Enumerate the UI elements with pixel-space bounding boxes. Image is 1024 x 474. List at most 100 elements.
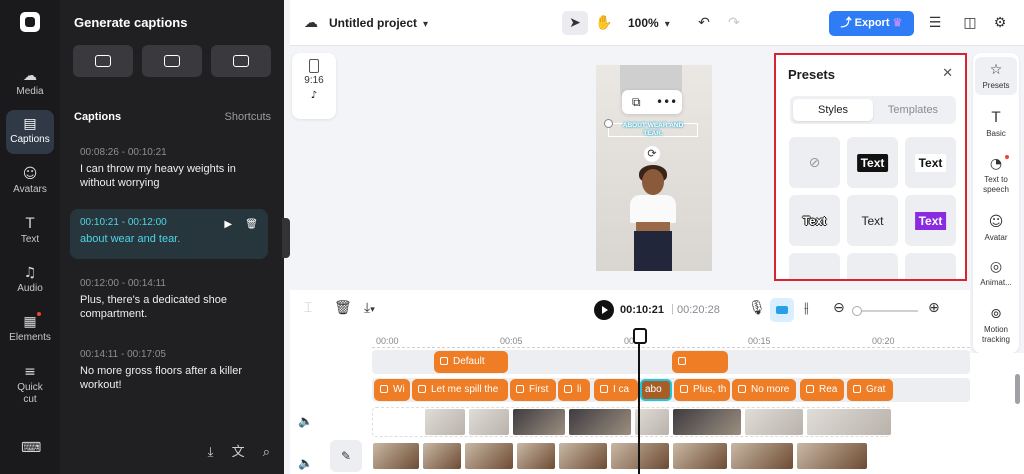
auto-captions-button[interactable] bbox=[73, 45, 133, 77]
subtitle-import-button[interactable] bbox=[142, 45, 202, 77]
cloud-sync-icon[interactable]: ☁ bbox=[304, 15, 318, 31]
caption-clip[interactable]: Plus, th bbox=[674, 379, 730, 401]
preset-tile[interactable]: Text bbox=[789, 195, 840, 246]
caption-clip[interactable]: Let me spill the bbox=[412, 379, 508, 401]
more-icon[interactable]: ••• bbox=[656, 90, 677, 114]
caption-item-active[interactable]: 00:10:21 - 00:12:00 about wear and tear.… bbox=[70, 209, 268, 259]
tool-basic[interactable]: T Basic bbox=[975, 109, 1017, 139]
caption-overlay[interactable]: ABOUT WEAR AND TEAR. bbox=[621, 122, 685, 138]
rail-item-elements[interactable]: ▦ Elements bbox=[6, 308, 54, 352]
tab-styles[interactable]: Styles bbox=[793, 99, 873, 121]
microphone-icon[interactable]: 🎙 bbox=[748, 300, 766, 316]
settings-button[interactable]: ⚙ bbox=[988, 11, 1012, 35]
rail-item-text[interactable]: T Text bbox=[6, 210, 54, 254]
preset-tile[interactable]: Text bbox=[905, 195, 956, 246]
video-thumbnail[interactable] bbox=[672, 442, 728, 470]
zoom-slider[interactable] bbox=[856, 310, 918, 312]
rail-item-quick-cut[interactable]: ≡ Quick cut bbox=[6, 358, 54, 410]
caption-item[interactable]: 00:14:11 - 00:17:05 No more gross floors… bbox=[70, 341, 268, 400]
resize-handle[interactable] bbox=[604, 119, 613, 128]
zoom-out-icon[interactable]: ⊖ bbox=[833, 300, 845, 316]
split-icon[interactable]: ⌶ bbox=[304, 300, 312, 316]
speaker-icon[interactable]: 🔈 bbox=[298, 456, 313, 470]
video-thumbnail[interactable] bbox=[568, 408, 632, 436]
preset-none[interactable]: ⊘ bbox=[789, 137, 840, 188]
caption-clip[interactable]: Rea bbox=[800, 379, 844, 401]
caption-clip[interactable]: Grat bbox=[847, 379, 893, 401]
caption-clip[interactable]: I ca bbox=[594, 379, 638, 401]
video-thumbnail[interactable] bbox=[516, 442, 556, 470]
speaker-icon[interactable]: 🔈 bbox=[298, 414, 313, 428]
caption-text[interactable]: Plus, there's a dedicated shoe compartme… bbox=[80, 293, 258, 321]
tool-text-to-speech[interactable]: ◔ Text to speech bbox=[975, 155, 1017, 195]
project-name[interactable]: Untitled project ▾ bbox=[329, 16, 428, 30]
translate-icon[interactable]: 文 bbox=[232, 445, 245, 460]
preset-tile[interactable]: Text bbox=[789, 253, 840, 279]
caption-item[interactable]: 00:12:00 - 00:14:11 Plus, there's a dedi… bbox=[70, 270, 268, 329]
video-thumbnail[interactable] bbox=[796, 442, 868, 470]
zoom-in-icon[interactable]: ⊕ bbox=[928, 300, 940, 316]
zoom-select[interactable]: 100% ▾ bbox=[628, 16, 670, 30]
timeline-scrollbar[interactable] bbox=[1015, 374, 1020, 404]
video-thumbnail[interactable] bbox=[372, 442, 420, 470]
layout-button[interactable]: ◫ bbox=[958, 11, 982, 35]
video-thumbnail[interactable] bbox=[512, 408, 566, 436]
tool-avatar[interactable]: ☺ Avatar bbox=[975, 213, 1017, 243]
download-icon[interactable]: ⤓▾ bbox=[364, 300, 375, 316]
rail-item-captions[interactable]: ▤ Captions bbox=[6, 110, 54, 154]
video-thumbnail[interactable] bbox=[422, 442, 462, 470]
caption-text[interactable]: about wear and tear. bbox=[80, 232, 258, 246]
caption-text[interactable]: No more gross floors after a killer work… bbox=[80, 364, 258, 392]
undo-button[interactable]: ↶ bbox=[692, 11, 716, 35]
panel-collapse-handle[interactable] bbox=[282, 218, 290, 258]
text-clip[interactable] bbox=[672, 351, 728, 373]
auto-caption-button[interactable] bbox=[770, 298, 794, 322]
caption-clip-selected[interactable]: abo bbox=[640, 379, 672, 401]
zoom-slider-handle[interactable] bbox=[852, 306, 862, 316]
video-thumbnail[interactable] bbox=[806, 408, 892, 436]
caption-clip[interactable]: First bbox=[510, 379, 556, 401]
hand-tool-button[interactable]: ✋ bbox=[592, 11, 616, 35]
trash-icon[interactable]: 🗑 bbox=[245, 219, 258, 230]
video-thumbnail[interactable] bbox=[468, 408, 510, 436]
tool-motion-tracking[interactable]: ⊚ Motion tracking bbox=[975, 305, 1017, 345]
playhead[interactable] bbox=[633, 328, 647, 474]
video-thumbnail[interactable] bbox=[730, 442, 794, 470]
download-icon[interactable]: ⤓ bbox=[208, 445, 214, 460]
export-button[interactable]: ⤴ Export ♛ bbox=[829, 11, 914, 36]
preset-tile[interactable]: Text bbox=[847, 195, 898, 246]
rail-item-avatars[interactable]: ☺ Avatars bbox=[6, 160, 54, 204]
caption-clip[interactable]: Wi bbox=[374, 379, 410, 401]
shortcuts-link[interactable]: Shortcuts bbox=[225, 111, 271, 123]
text-clip[interactable]: Default bbox=[434, 351, 508, 373]
keyboard-shortcuts-button[interactable]: ⌨ bbox=[6, 436, 54, 462]
tab-templates[interactable]: Templates bbox=[873, 99, 953, 121]
video-thumbnail[interactable] bbox=[672, 408, 742, 436]
aspect-ratio-selector[interactable]: 9:16 ♪ bbox=[292, 53, 336, 119]
edit-cover-button[interactable]: ✎ bbox=[330, 440, 362, 472]
play-caption-icon[interactable]: ▶ bbox=[224, 219, 232, 230]
layers-button[interactable]: ☰ bbox=[923, 11, 947, 35]
close-icon[interactable]: ✕ bbox=[942, 66, 953, 81]
tool-animation[interactable]: ◎ Animat... bbox=[975, 258, 1017, 288]
split-clip-icon[interactable]: ⫲ bbox=[804, 300, 809, 316]
video-thumbnail[interactable] bbox=[424, 408, 466, 436]
redo-button[interactable]: ↷ bbox=[722, 11, 746, 35]
caption-clip[interactable]: No more bbox=[732, 379, 796, 401]
caption-item[interactable]: 00:08:26 - 00:10:21 I can throw my heavy… bbox=[70, 139, 268, 198]
preset-tile[interactable]: Text bbox=[847, 137, 898, 188]
video-thumbnail[interactable] bbox=[610, 442, 670, 470]
duplicate-icon[interactable]: ⧉ bbox=[632, 90, 641, 114]
rail-item-media[interactable]: ☁ Media bbox=[6, 62, 54, 106]
caption-text[interactable]: I can throw my heavy weights in without … bbox=[80, 162, 258, 190]
preset-tile[interactable]: Text bbox=[905, 137, 956, 188]
search-replace-icon[interactable]: ⌕ bbox=[263, 445, 270, 460]
tool-presets[interactable]: ☆ Presets bbox=[975, 57, 1017, 95]
video-thumbnail[interactable] bbox=[744, 408, 804, 436]
play-button[interactable] bbox=[594, 300, 614, 320]
video-thumbnail[interactable] bbox=[464, 442, 514, 470]
preset-tile[interactable]: Text bbox=[905, 253, 956, 279]
caption-clip[interactable]: li bbox=[558, 379, 590, 401]
scan-captions-button[interactable] bbox=[211, 45, 271, 77]
trash-icon[interactable]: 🗑 bbox=[334, 300, 352, 316]
